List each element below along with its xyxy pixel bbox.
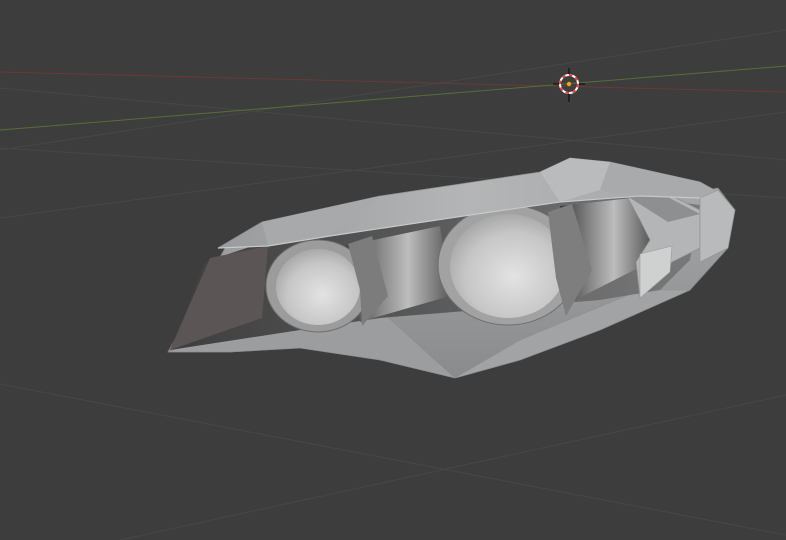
projector-lens-left: [276, 249, 360, 325]
projector-lens-right: [450, 214, 566, 318]
y-axis-line: [0, 65, 786, 131]
viewport-canvas[interactable]: [0, 0, 786, 540]
headlight-right-wing: [699, 189, 736, 263]
x-axis-line: [0, 71, 786, 93]
3d-viewport[interactable]: [0, 0, 786, 540]
headlight-mesh[interactable]: [167, 157, 736, 379]
headlight-top-facet-c: [600, 162, 718, 198]
